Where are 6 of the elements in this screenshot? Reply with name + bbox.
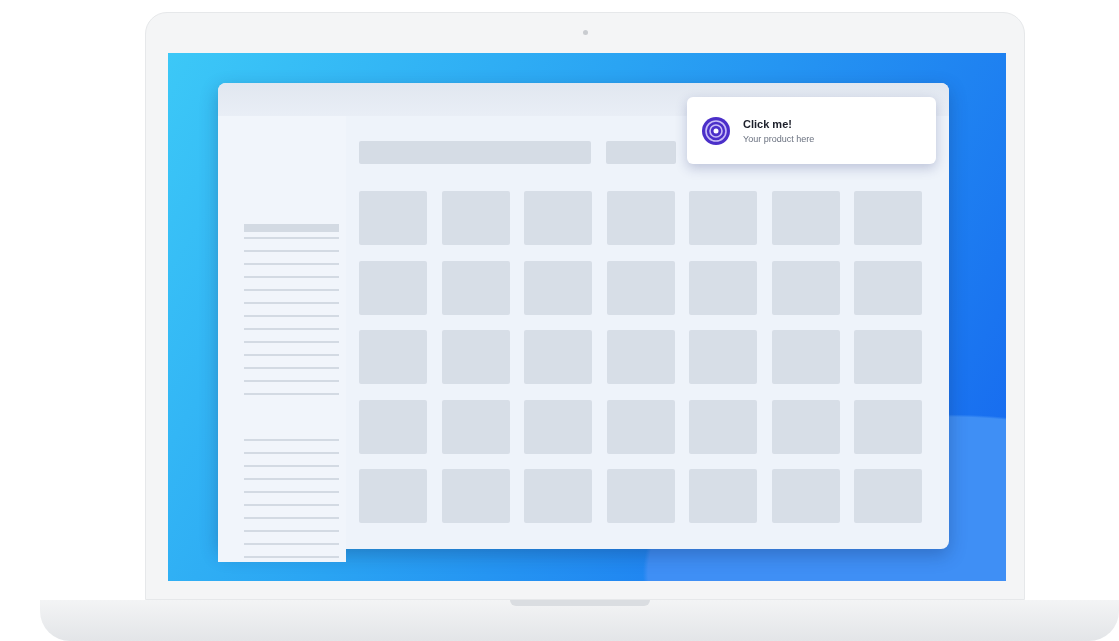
- target-icon: [701, 115, 731, 146]
- popup-subtitle: Your product here: [743, 133, 815, 144]
- placeholder-bar: [606, 141, 676, 164]
- camera-dot: [583, 30, 588, 35]
- popup-card[interactable]: Click me! Your product here: [687, 97, 936, 164]
- popup-title: Click me!: [743, 117, 793, 130]
